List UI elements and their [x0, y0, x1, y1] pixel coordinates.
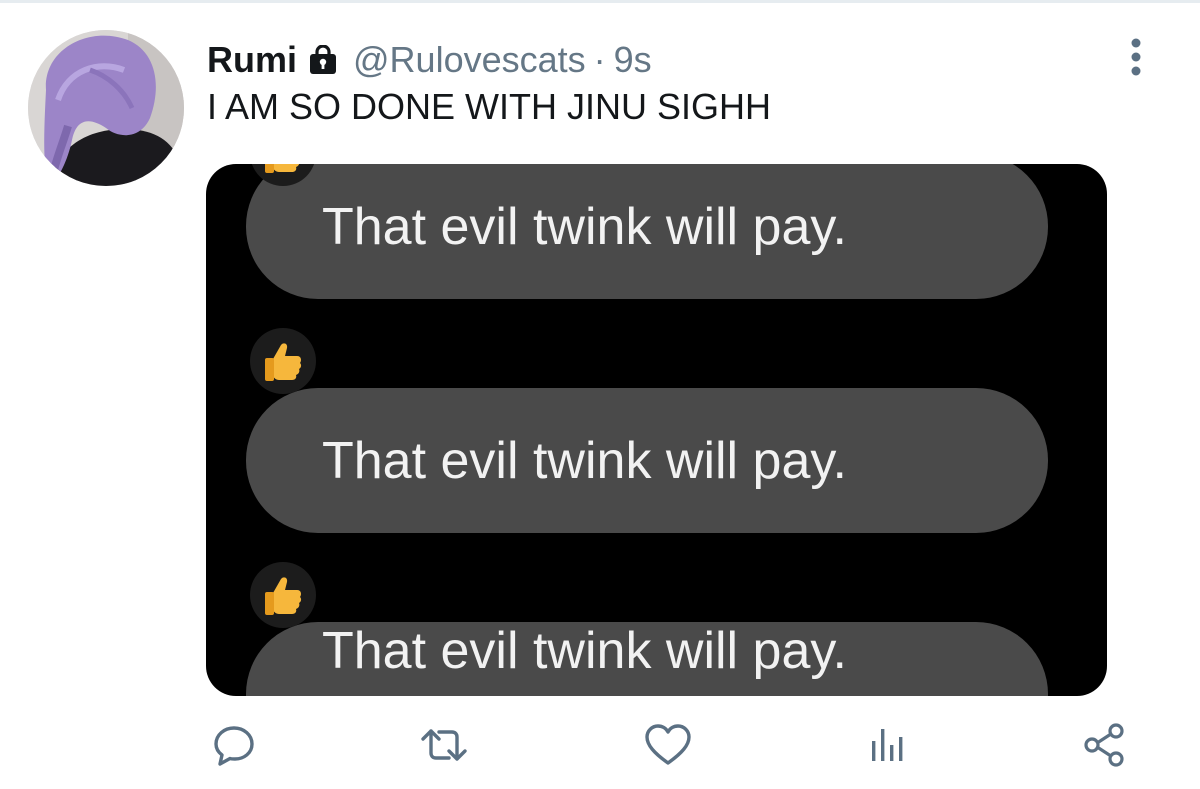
- tweet-text: I AM SO DONE WITH JINU SIGHH: [207, 86, 772, 127]
- thumbs-up-icon: [250, 562, 316, 628]
- share-button[interactable]: [1074, 712, 1134, 778]
- top-divider: [0, 0, 1200, 3]
- separator-dot: ·: [593, 39, 606, 80]
- like-icon: [645, 724, 691, 765]
- avatar-image: [28, 30, 184, 186]
- tweet-header: Rumi @Rulovescats · 9s: [207, 38, 652, 82]
- vertical-ellipsis-icon: [1131, 38, 1141, 76]
- reply-button[interactable]: [204, 712, 264, 778]
- avatar[interactable]: [28, 30, 184, 186]
- retweet-button[interactable]: [414, 712, 474, 778]
- tweet-actions: [0, 712, 1200, 778]
- retweet-icon: [421, 729, 467, 761]
- chat-bubble-text: That evil twink will pay.: [322, 197, 847, 256]
- chat-bubble: That evil twink will pay.: [246, 164, 1048, 299]
- like-button[interactable]: [638, 712, 698, 778]
- views-button[interactable]: [856, 712, 916, 778]
- timestamp[interactable]: 9s: [614, 39, 652, 81]
- chat-bubble: That evil twink will pay.: [246, 622, 1048, 696]
- display-name[interactable]: Rumi: [207, 39, 297, 81]
- tweet-media-image[interactable]: That evil twink will pay. That evil twin…: [206, 164, 1107, 696]
- views-icon: [872, 729, 903, 761]
- chat-bubble-text: That evil twink will pay.: [322, 431, 847, 490]
- thumbs-up-icon: [250, 328, 316, 394]
- chat-bubble: That evil twink will pay.: [246, 388, 1048, 533]
- user-handle[interactable]: @Rulovescats: [353, 39, 586, 81]
- more-options-button[interactable]: [1116, 32, 1156, 82]
- reply-icon: [214, 726, 254, 766]
- lock-icon: [307, 45, 339, 75]
- share-icon: [1084, 723, 1124, 767]
- chat-bubble-text: That evil twink will pay.: [322, 621, 847, 680]
